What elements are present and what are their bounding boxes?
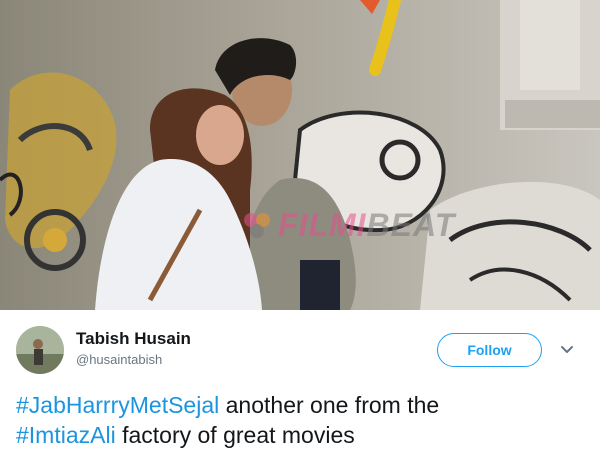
author-name[interactable]: Tabish Husain <box>76 329 191 349</box>
tweet-text-line-2: #ImtiazAli factory of great movies <box>16 420 586 450</box>
photo-scene <box>0 0 600 310</box>
avatar[interactable] <box>16 326 64 374</box>
tweet-text: #JabHarrryMetSejal another one from the … <box>16 390 586 450</box>
filmibeat-logo-icon <box>244 213 270 238</box>
follow-button[interactable]: Follow <box>437 333 542 367</box>
hashtag-link[interactable]: #JabHarrryMetSejal <box>16 392 219 418</box>
author-handle[interactable]: @husaintabish <box>76 352 162 367</box>
chevron-down-icon[interactable] <box>560 343 574 357</box>
watermark-brand-part1: FILMI <box>278 206 367 243</box>
watermark-brand-part2: BEAT <box>366 206 456 243</box>
watermark: FILMIBEAT <box>240 200 455 250</box>
watermark-text: FILMIBEAT <box>278 207 455 244</box>
avatar-image <box>16 326 64 374</box>
tweet-text-segment: another one from the <box>219 392 440 418</box>
tweet-text-segment: factory of great movies <box>115 422 355 448</box>
tweet-text-line-1: #JabHarrryMetSejal another one from the <box>16 390 586 420</box>
tweet-photo[interactable]: FILMIBEAT <box>0 0 600 310</box>
hashtag-link[interactable]: #ImtiazAli <box>16 422 116 448</box>
